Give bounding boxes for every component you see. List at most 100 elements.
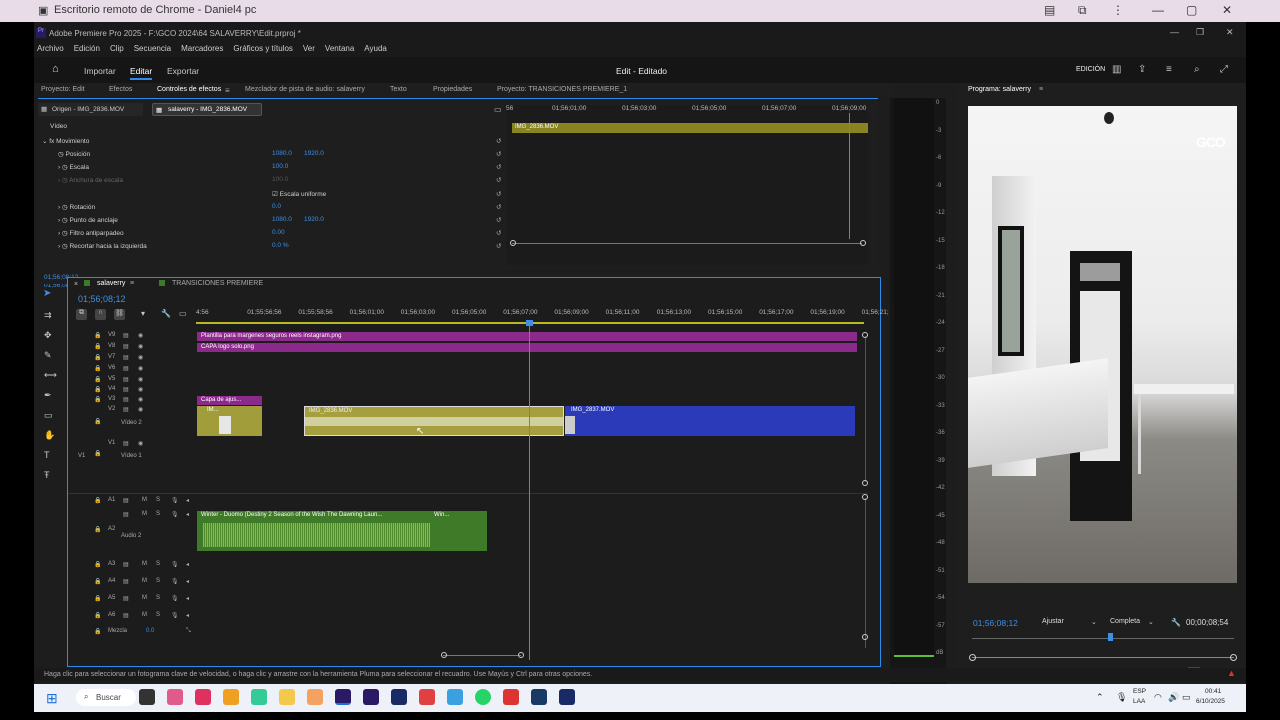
expand-icon[interactable]: › ◷ bbox=[58, 177, 69, 184]
sync-icon[interactable]: ▤ bbox=[123, 386, 129, 393]
tab-import[interactable]: Importar bbox=[84, 66, 116, 76]
program-ruler[interactable] bbox=[972, 638, 1234, 639]
sync-icon[interactable]: ▤ bbox=[123, 561, 129, 568]
chevron-down-icon[interactable]: ⌄ bbox=[1091, 618, 1097, 626]
magnet-icon[interactable]: ∩ bbox=[95, 309, 106, 320]
ec-row-2-value1[interactable]: 100.0 bbox=[272, 163, 288, 170]
tab-sequence-transitions[interactable]: TRANSICIONES PREMIERE bbox=[172, 280, 263, 287]
lock-icon[interactable]: 🔒 bbox=[94, 612, 101, 619]
lock-icon[interactable]: 🔒 bbox=[94, 595, 101, 602]
minimize-icon[interactable]: — bbox=[1170, 27, 1179, 37]
track-name-A2[interactable]: A2 bbox=[108, 526, 115, 532]
eye-icon[interactable]: ◉ bbox=[138, 365, 143, 372]
pen-tool-icon[interactable]: ✒ bbox=[44, 390, 52, 401]
clip-v2-img2836[interactable]: IMG_2836.MOV bbox=[304, 406, 564, 436]
track-name-V4[interactable]: V4 bbox=[108, 386, 115, 392]
keyboard-layout[interactable]: LAA bbox=[1133, 698, 1145, 705]
voice-over-icon[interactable]: 🎙 bbox=[171, 612, 179, 619]
solo-button[interactable]: S bbox=[156, 612, 160, 618]
close-tab-icon[interactable]: × bbox=[74, 281, 78, 288]
track-name-V1[interactable]: V1 bbox=[108, 440, 115, 446]
after-effects-icon[interactable] bbox=[363, 689, 379, 705]
mix-value[interactable]: 0.0 bbox=[146, 628, 154, 634]
sync-icon[interactable]: ▤ bbox=[123, 396, 129, 403]
track-name-A1[interactable]: A1 bbox=[108, 497, 115, 503]
program-zoom-bar[interactable] bbox=[972, 657, 1234, 658]
track-name-V8[interactable]: V8 bbox=[108, 343, 115, 349]
settings-wrench-icon[interactable]: 🔧 bbox=[1171, 618, 1181, 627]
track-name-A5[interactable]: A5 bbox=[108, 595, 115, 601]
track-name-A6[interactable]: A6 bbox=[108, 612, 115, 618]
sync-icon[interactable]: ▤ bbox=[123, 440, 129, 447]
expand-icon[interactable]: › ◷ bbox=[58, 217, 69, 224]
tiktok-icon[interactable] bbox=[195, 689, 211, 705]
remote-app-icon[interactable] bbox=[447, 689, 463, 705]
expand-icon[interactable]: › ◷ bbox=[58, 164, 69, 171]
search-box[interactable]: ⌕ Buscar bbox=[76, 689, 136, 706]
lock-icon[interactable]: 🔒 bbox=[94, 332, 101, 339]
reset-icon[interactable]: ↺ bbox=[496, 216, 501, 224]
eye-icon[interactable]: ◉ bbox=[138, 354, 143, 361]
sync-icon[interactable]: ▤ bbox=[123, 332, 129, 339]
reset-icon[interactable]: ↺ bbox=[496, 176, 501, 184]
mute-button[interactable]: M bbox=[142, 612, 147, 618]
reset-icon[interactable]: ↺ bbox=[496, 190, 501, 198]
eye-icon[interactable]: ◉ bbox=[138, 343, 143, 350]
volume-icon[interactable]: 🔊 bbox=[1168, 692, 1179, 703]
eye-icon[interactable]: ◉ bbox=[138, 396, 143, 403]
mix-output-icon[interactable]: ⤡ bbox=[186, 628, 191, 635]
video-scroll-top[interactable] bbox=[862, 332, 868, 338]
photoshop-icon[interactable] bbox=[559, 689, 575, 705]
maximize-icon[interactable]: ▢ bbox=[1186, 3, 1197, 17]
track-name-V9[interactable]: V9 bbox=[108, 332, 115, 338]
audio-scroll-bottom[interactable] bbox=[862, 634, 868, 640]
tab-effect-controls[interactable]: Controles de efectos bbox=[157, 86, 221, 93]
add-marker-icon[interactable]: ▾ bbox=[141, 309, 145, 318]
solo-button[interactable]: S bbox=[156, 511, 160, 517]
track-name-V6[interactable]: V6 bbox=[108, 365, 115, 371]
voice-over-icon[interactable]: 🎙 bbox=[171, 511, 179, 518]
ec-row-8-value1[interactable]: 0.0 % bbox=[272, 242, 289, 249]
ec-row-1-value1[interactable]: 1080.0 bbox=[272, 150, 292, 157]
hand-tool-icon[interactable]: ✋ bbox=[44, 430, 55, 441]
chrome-profile-icon[interactable] bbox=[419, 689, 435, 705]
lock-icon[interactable]: 🔒 bbox=[94, 343, 101, 350]
tab-sequence-salaverry[interactable]: salaverry bbox=[97, 280, 125, 287]
ec-row-5-value1[interactable]: 0.0 bbox=[272, 203, 281, 210]
solo-button[interactable]: S bbox=[156, 595, 160, 601]
mute-button[interactable]: M bbox=[142, 511, 147, 517]
sync-icon[interactable]: ▤ bbox=[123, 365, 129, 372]
chevron-down-icon[interactable]: ⌄ bbox=[1148, 618, 1154, 626]
zoom-handle-right[interactable] bbox=[1230, 654, 1237, 661]
ec-row-6-value1[interactable]: 1080.0 bbox=[272, 216, 292, 223]
clip-v9[interactable]: Plantilla para margenes seguros reels in… bbox=[197, 332, 857, 341]
lock-icon[interactable]: 🔒 bbox=[94, 526, 101, 533]
clock-time[interactable]: 00:41 bbox=[1205, 688, 1221, 695]
menu-item-1[interactable]: Edición bbox=[74, 44, 100, 53]
audio-output-icon[interactable]: ◂ bbox=[186, 578, 189, 585]
search-icon[interactable]: ⌕ bbox=[1194, 64, 1200, 75]
windows-start-icon[interactable]: ⊞ bbox=[46, 690, 58, 707]
tab-audio-mixer[interactable]: Mezclador de pista de audio: salaverry bbox=[245, 86, 365, 93]
ec-toggle-icon[interactable]: ▭ bbox=[494, 105, 502, 114]
audio-scroll-top[interactable] bbox=[862, 494, 868, 500]
menu-item-0[interactable]: Archivo bbox=[37, 44, 64, 53]
track-name-V7[interactable]: V7 bbox=[108, 354, 115, 360]
audio-output-icon[interactable]: ◂ bbox=[186, 511, 189, 518]
lock-icon[interactable]: 🔒 bbox=[94, 578, 101, 585]
solo-button[interactable]: S bbox=[156, 561, 160, 567]
tab-project-edit[interactable]: Proyecto: Edit bbox=[41, 86, 85, 93]
expand-icon[interactable]: › ◷ bbox=[58, 230, 69, 237]
lock-icon[interactable]: 🔒 bbox=[94, 450, 101, 457]
menu-item-8[interactable]: Ayuda bbox=[364, 44, 387, 53]
program-timecode[interactable]: 01;56;08;12 bbox=[973, 618, 1018, 628]
eye-icon[interactable]: ◉ bbox=[138, 376, 143, 383]
clip-v2-img2837[interactable]: IMG_2837.MOV bbox=[565, 406, 855, 436]
vlc-icon[interactable] bbox=[307, 689, 323, 705]
linked-selection-icon[interactable]: ⛓ bbox=[114, 309, 125, 320]
mute-button[interactable]: M bbox=[142, 497, 147, 503]
home-icon[interactable]: ⌂ bbox=[52, 63, 59, 75]
warning-icon[interactable]: ▲ bbox=[1227, 668, 1236, 678]
lock-icon[interactable]: 🔒 bbox=[94, 376, 101, 383]
ec-playhead[interactable] bbox=[849, 113, 850, 239]
